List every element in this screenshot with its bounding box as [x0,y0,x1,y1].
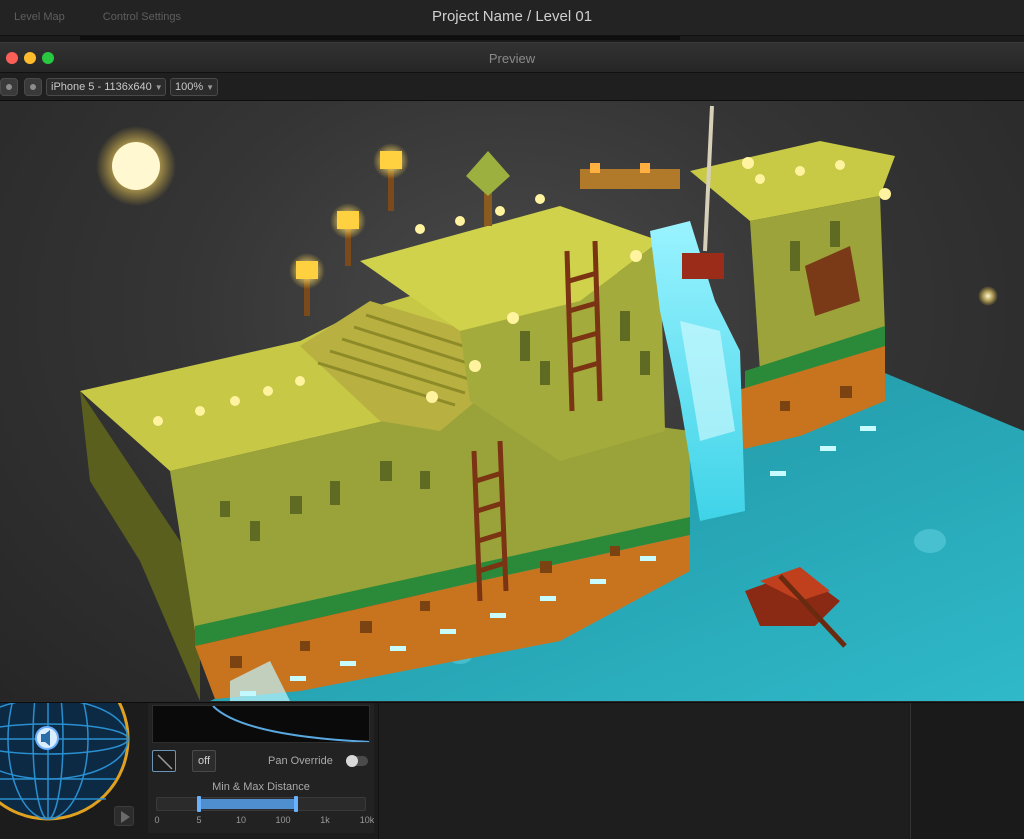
zoom-select-value: 100% [175,81,204,93]
record-icon[interactable] [0,78,18,96]
preview-titlebar[interactable]: Preview [0,43,1024,73]
scale-tick-label: 10k [359,815,375,825]
lamp-post [373,143,409,211]
tree [466,151,510,226]
distance-range-slider[interactable] [156,796,366,812]
preview-window: Preview iPhone 5 - 1136x640 ▼ 100% ▼ [0,42,1024,702]
device-select-value: iPhone 5 - 1136x640 [51,81,152,93]
pan-override-label: Pan Override [268,755,333,767]
preview-title: Preview [488,51,536,66]
project-title: Project Name / Level 01 [431,8,593,25]
spatial-sphere[interactable] [0,703,140,839]
zoom-select[interactable]: 100% ▼ [170,78,218,96]
max-handle[interactable] [293,796,298,812]
off-button[interactable]: off [192,750,216,772]
lamp-post [289,253,325,316]
capture-icon[interactable] [24,78,42,96]
play-icon[interactable] [114,806,134,826]
attenuation-panel: off Pan Override Min & Max Distance 0 5 10… [148,703,374,833]
scale-tick-label: 100 [275,815,291,825]
app-strip [80,36,680,40]
scale-tick-label: 0 [154,815,160,825]
device-select[interactable]: iPhone 5 - 1136x640 ▼ [46,78,166,96]
distance-scale: 0 5 10 100 1k 10k [154,815,374,827]
pan-override-toggle[interactable] [346,755,368,767]
range-fill [199,799,296,809]
bridge [580,163,680,189]
min-handle[interactable] [197,796,201,812]
chevron-down-icon: ▼ [154,82,163,92]
scale-tick-label: 5 [196,815,202,825]
lamp-post [330,203,366,266]
crate [682,253,724,279]
curve-icon[interactable] [152,750,176,772]
side-panel [910,703,1024,839]
inspector-panel [378,703,908,839]
game-viewport[interactable] [0,101,1024,701]
chevron-down-icon: ▼ [206,82,215,92]
preview-toolbar: iPhone 5 - 1136x640 ▼ 100% ▼ [0,73,1024,101]
scale-tick-label: 10 [235,815,247,825]
attenuation-curve [152,705,370,743]
audio-panel: off Pan Override Min & Max Distance 0 5 10… [0,702,1024,839]
app-title-bar: Level Map Control Settings Project Name … [0,0,1024,40]
voxel-scene [80,105,1024,701]
scale-tick-label: 1k [320,815,330,825]
min-max-distance-label: Min & Max Distance [212,781,310,793]
